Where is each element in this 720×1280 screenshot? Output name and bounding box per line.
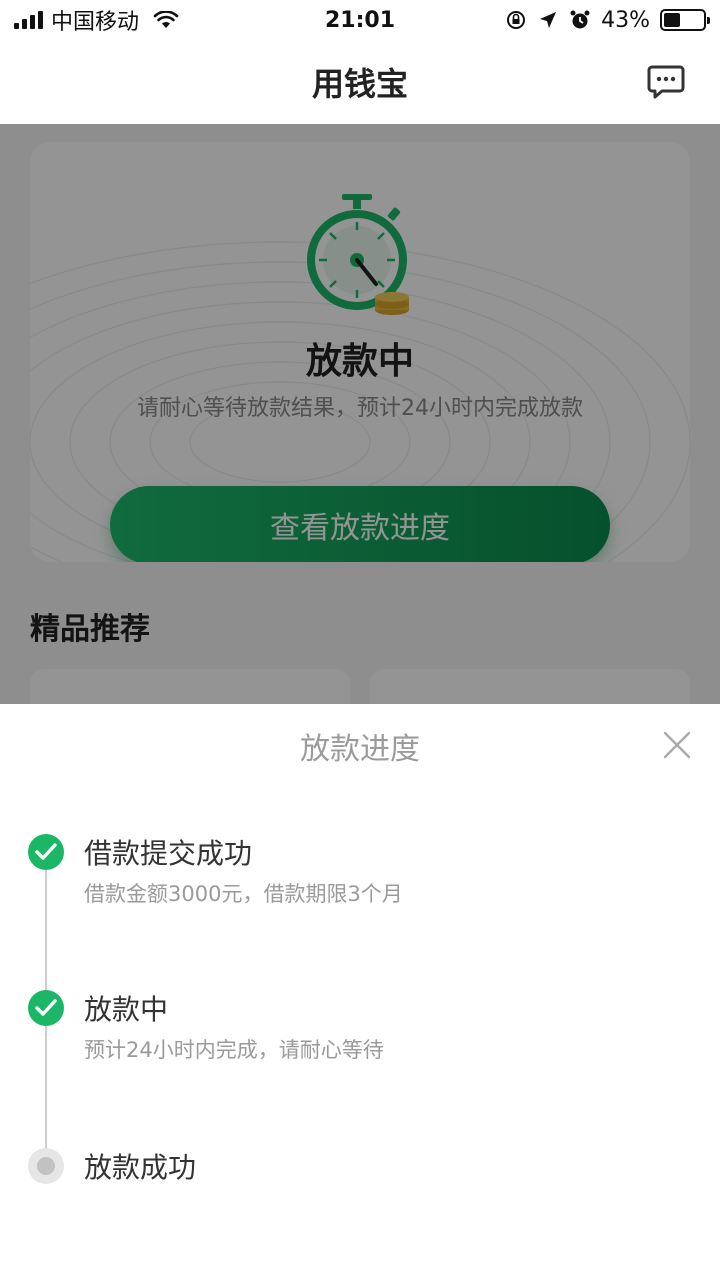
modal-overlay[interactable] [0,124,720,704]
step-description: 借款金额3000元，借款期限3个月 [84,882,403,906]
clock: 21:01 [324,7,396,33]
pending-dot-icon [28,1148,64,1184]
signal-icon [14,11,43,29]
sheet-title: 放款进度 [300,732,420,767]
page-title: 用钱宝 [311,65,408,103]
step-title: 借款提交成功 [84,837,253,870]
check-icon [28,834,64,870]
rotation-lock-icon [507,11,526,29]
step-title: 放款中 [84,993,169,1026]
nav-bar: 用钱宝 [0,40,720,124]
progress-sheet: 放款进度 借款提交成功 借款金额3000元，借款期限3个月 放款中 预计24小时… [0,704,720,1280]
message-icon[interactable] [646,64,686,100]
battery-percent: 43% [601,7,650,33]
step-description: 预计24小时内完成，请耐心等待 [84,1038,384,1062]
status-left: 中国移动 [14,4,274,36]
location-icon [540,12,557,28]
wifi-icon [153,11,179,28]
alarm-icon [570,10,590,29]
step-title: 放款成功 [84,1151,197,1184]
carrier-label: 中国移动 [51,10,140,35]
battery-icon [660,9,710,31]
check-icon [28,990,64,1026]
close-icon[interactable] [662,730,692,760]
status-right: 43% [446,7,710,33]
status-bar: 中国移动 21:01 43% [0,0,720,40]
